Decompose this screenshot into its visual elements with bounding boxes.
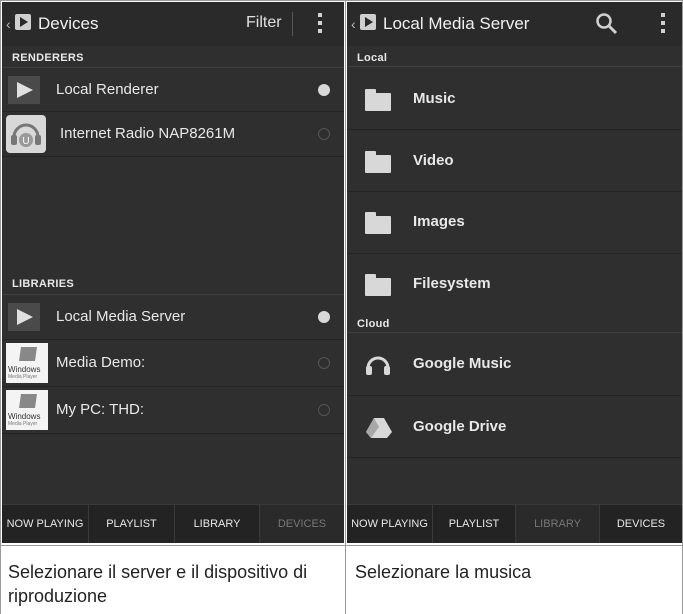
tab-library[interactable]: LIBRARY [175, 505, 260, 543]
google-drive-icon [365, 416, 393, 445]
radio-selected[interactable] [318, 84, 330, 96]
media-label: Google Drive [413, 418, 507, 435]
windows-icon-text: Windows [8, 365, 41, 374]
bottom-tab-bar: NOW PLAYING PLAYLIST LIBRARY DEVICES [347, 504, 682, 543]
tab-playlist[interactable]: PLAYLIST [433, 505, 516, 543]
filter-button[interactable]: Filter [246, 14, 282, 32]
library-item-media-demo[interactable]: Windows Media Player Media Demo: [2, 340, 344, 387]
media-item-google-music[interactable]: Google Music [347, 334, 682, 396]
radio-selected[interactable] [318, 311, 330, 323]
library-label: Media Demo: [56, 354, 146, 371]
frame-border-left [0, 0, 1, 614]
renderer-label: Internet Radio NAP8261M [60, 125, 236, 142]
frame-divider [345, 0, 346, 614]
renderer-item-local[interactable]: Local Renderer [2, 69, 344, 112]
media-label: Filesystem [413, 275, 491, 292]
action-bar: ‹ Devices Filter [2, 2, 344, 46]
section-divider [2, 67, 344, 68]
action-separator [292, 12, 293, 36]
tab-now-playing[interactable]: NOW PLAYING [2, 505, 89, 543]
windows-media-player-icon: Windows Media Player [6, 343, 48, 383]
windows-flag-icon [19, 347, 37, 361]
tab-now-playing[interactable]: NOW PLAYING [347, 505, 433, 543]
media-label: Music [413, 90, 456, 107]
bottom-tab-bar: NOW PLAYING PLAYLIST LIBRARY DEVICES [2, 504, 344, 543]
tab-devices[interactable]: DEVICES [260, 505, 344, 543]
radio-unselected[interactable] [318, 357, 330, 369]
screen-title: Local Media Server [383, 14, 530, 33]
folder-icon [365, 89, 391, 111]
back-icon[interactable]: ‹ [6, 16, 11, 32]
windows-icon-text: Windows [8, 412, 41, 421]
media-label: Video [413, 152, 454, 169]
renderer-label: Local Renderer [56, 81, 159, 98]
back-icon[interactable]: ‹ [351, 16, 356, 32]
media-label: Images [413, 213, 465, 230]
section-divider [347, 332, 682, 333]
media-item-images[interactable]: Images [347, 192, 682, 254]
windows-icon-subtext: Media Player [8, 374, 38, 380]
libraries-header: LIBRARIES [12, 278, 74, 290]
tab-playlist[interactable]: PLAYLIST [89, 505, 175, 543]
devices-screen: ‹ Devices Filter RENDERERS Local Rendere… [2, 2, 344, 543]
play-icon [8, 303, 40, 331]
radio-u-icon: U [6, 115, 46, 153]
overflow-menu-icon[interactable] [661, 13, 665, 33]
library-item-local-media-server[interactable]: Local Media Server [2, 295, 344, 340]
screen-title: Devices [38, 14, 99, 33]
windows-media-player-icon: Windows Media Player [6, 390, 48, 430]
tab-library[interactable]: LIBRARY [516, 505, 600, 543]
frame-border-top [0, 0, 683, 1]
caption-right: Selezionare la musica [355, 562, 532, 582]
headphones-icon [365, 352, 391, 381]
library-item-my-pc[interactable]: Windows Media Player My PC: THD: [2, 387, 344, 434]
media-item-google-drive[interactable]: Google Drive [347, 396, 682, 458]
overflow-menu-icon[interactable] [318, 13, 322, 33]
app-logo-icon[interactable] [360, 14, 376, 30]
folder-icon [365, 151, 391, 173]
search-icon[interactable] [595, 12, 619, 36]
windows-icon-subtext: Media Player [8, 421, 38, 427]
app-logo-icon[interactable] [15, 14, 31, 30]
renderers-header: RENDERERS [12, 52, 84, 64]
cloud-header: Cloud [357, 318, 390, 330]
play-icon [8, 76, 40, 104]
library-label: My PC: THD: [56, 401, 145, 418]
renderer-item-internet-radio[interactable]: U Internet Radio NAP8261M [2, 112, 344, 157]
media-label: Google Music [413, 355, 512, 372]
windows-flag-icon [19, 394, 37, 408]
svg-text:U: U [22, 136, 29, 147]
radio-unselected[interactable] [318, 404, 330, 416]
folder-icon [365, 212, 391, 234]
media-item-video[interactable]: Video [347, 130, 682, 192]
frame-caption-divider [0, 545, 683, 546]
radio-unselected[interactable] [318, 128, 330, 140]
section-divider [347, 66, 682, 67]
local-media-server-screen: ‹ Local Media Server Local Music Video I… [347, 2, 682, 543]
library-label: Local Media Server [56, 308, 186, 325]
media-item-music[interactable]: Music [347, 68, 682, 130]
folder-icon [365, 274, 391, 296]
local-header: Local [357, 52, 388, 64]
media-item-filesystem[interactable]: Filesystem [347, 254, 682, 315]
tab-devices[interactable]: DEVICES [600, 505, 682, 543]
action-bar: ‹ Local Media Server [347, 2, 682, 46]
caption-left: Selezionare il server e il dispositivo d… [8, 562, 308, 606]
